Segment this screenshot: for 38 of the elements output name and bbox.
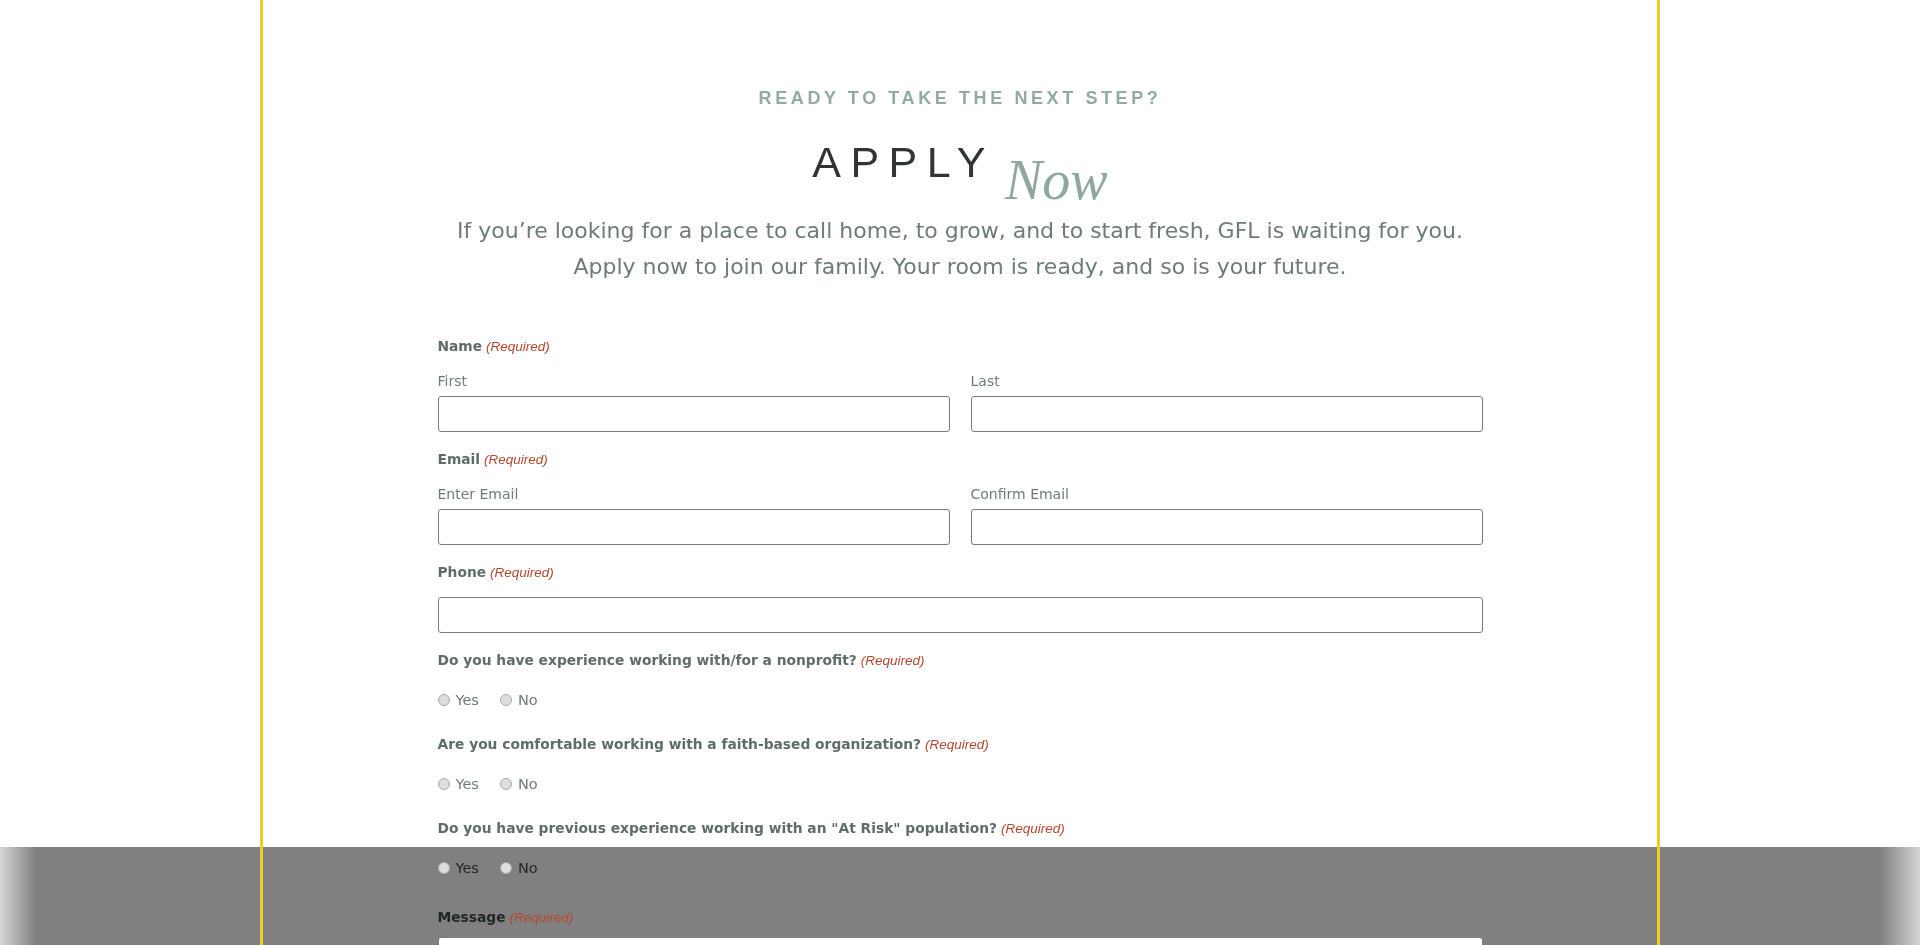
option-label[interactable]: No — [517, 690, 538, 710]
required-note: (Required) — [925, 736, 989, 754]
input-field[interactable] — [437, 509, 950, 545]
option-label[interactable]: Yes — [455, 858, 479, 878]
option-label[interactable]: No — [517, 858, 538, 878]
field-label: Phone — [437, 563, 487, 582]
option-label[interactable]: No — [517, 774, 538, 794]
intro-paragraph: If you’re looking for a place to call home, to grow, and to start fresh, GFL is waiting for you. Apply now to join our family. Your room is ready, and so is your future. — [457, 217, 1463, 281]
radio-button[interactable] — [499, 694, 512, 706]
input-field[interactable] — [970, 396, 1483, 432]
input-label: First — [437, 372, 467, 391]
field-label: Name — [437, 337, 483, 356]
question-label: Do you have previous experience working with an "At Risk" population? — [437, 819, 998, 838]
field-label: Email — [437, 450, 481, 469]
question-label: Do you have experience working with/for a nonprofit? — [437, 651, 857, 670]
radio-button[interactable] — [437, 694, 450, 706]
question-label: Are you comfortable working with a faith-based organization? — [437, 735, 922, 754]
script-accent-text: Now — [1005, 152, 1108, 208]
required-note: (Required) — [509, 909, 574, 927]
option-label[interactable]: Yes — [455, 774, 479, 794]
eyebrow-text: READY TO TAKE THE NEXT STEP? — [758, 87, 1162, 110]
heading-text: APPLY — [812, 141, 995, 184]
option-label[interactable]: Yes — [455, 690, 479, 710]
required-note: (Required) — [1001, 820, 1065, 838]
textarea-field[interactable] — [437, 937, 1483, 945]
field-label: Message — [437, 908, 506, 927]
radio-button[interactable] — [437, 778, 450, 790]
input-label: Enter Email — [437, 485, 519, 504]
input-label: Confirm Email — [970, 485, 1069, 504]
required-note: (Required) — [490, 564, 554, 582]
required-note: (Required) — [484, 451, 548, 469]
required-note: (Required) — [486, 338, 550, 356]
input-field[interactable] — [437, 597, 1483, 633]
required-note: (Required) — [860, 652, 925, 670]
input-field[interactable] — [970, 509, 1483, 545]
input-field[interactable] — [437, 396, 950, 432]
input-label: Last — [970, 372, 1000, 391]
radio-button[interactable] — [499, 778, 512, 790]
